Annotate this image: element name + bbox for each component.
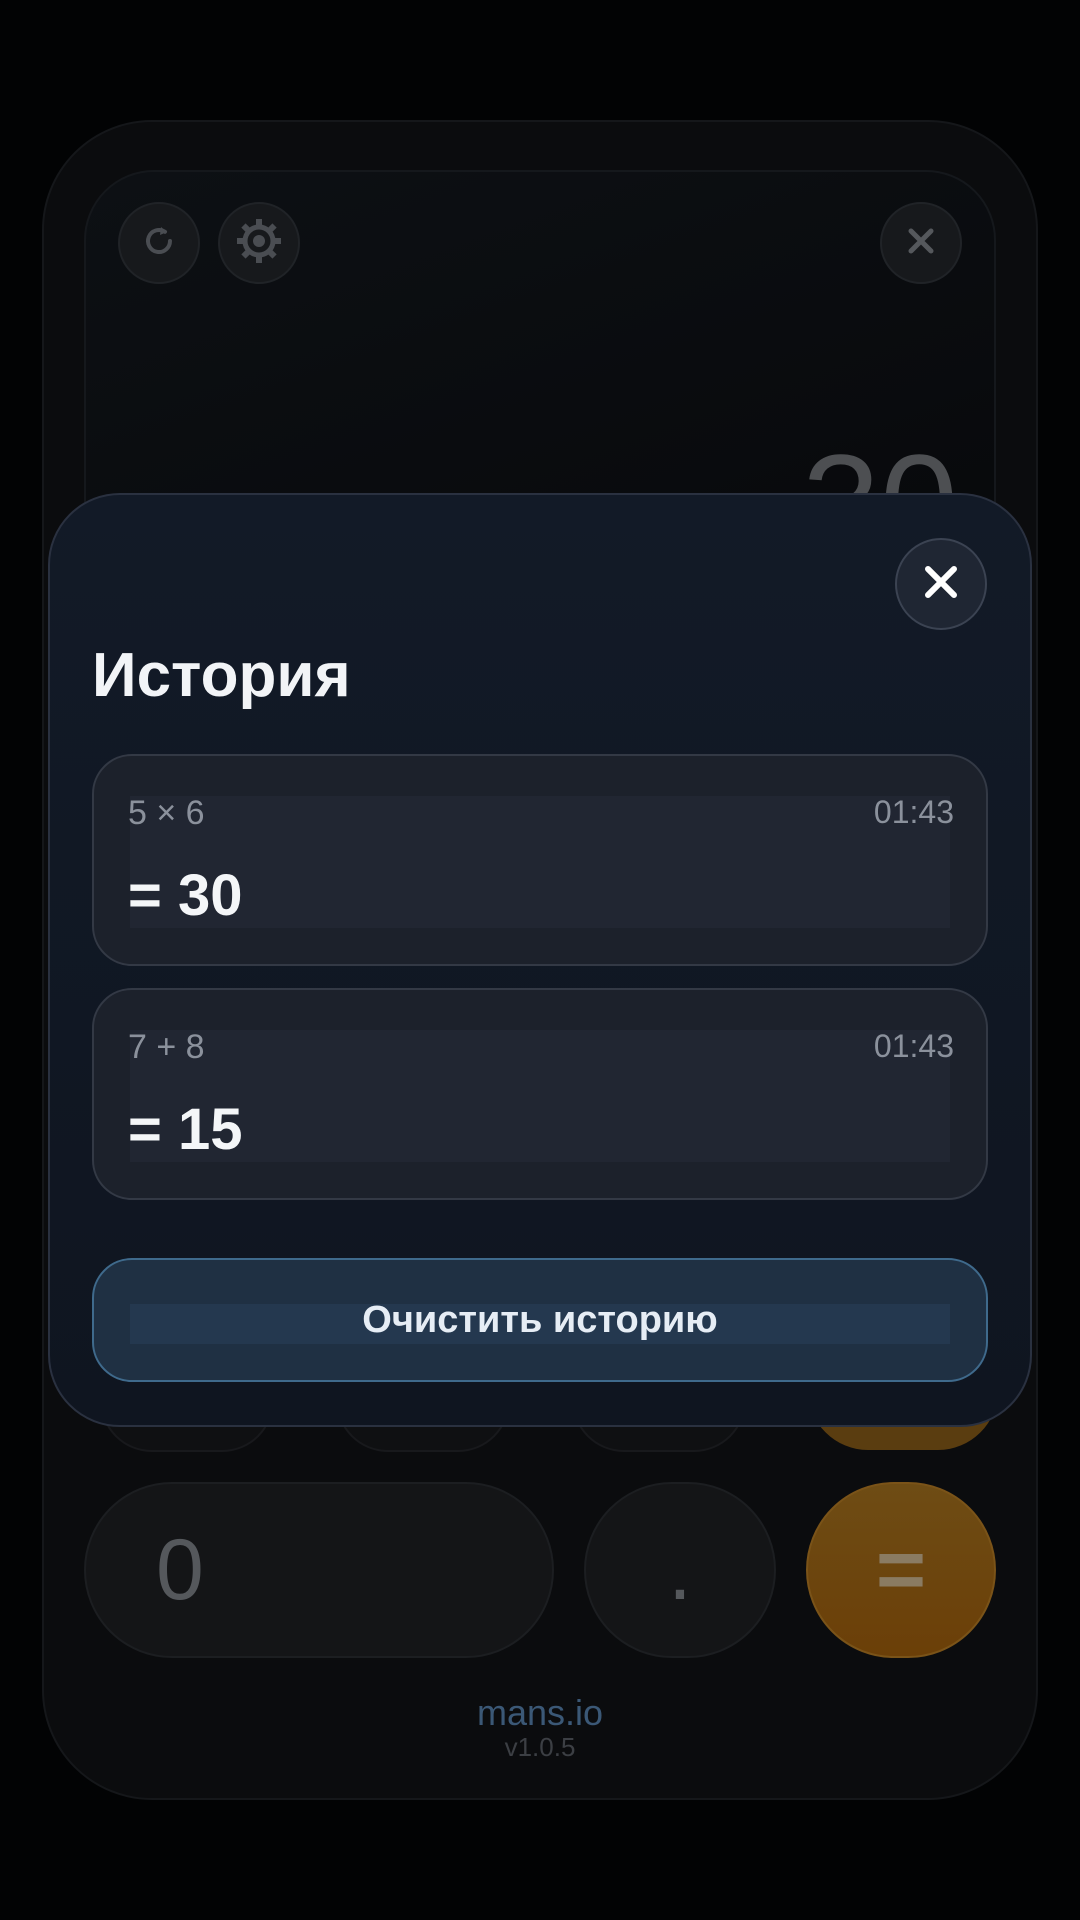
history-close-button[interactable]: [895, 538, 987, 630]
history-entry-bg: [130, 1030, 950, 1162]
app-screen: 30 0 . = mans.io v1.0.5 История 5 × 6 01…: [0, 0, 1080, 1920]
close-icon: [906, 226, 936, 261]
history-entry-bg: [130, 796, 950, 928]
history-entry[interactable]: 7 + 8 01:43 = 15: [92, 988, 988, 1200]
key-equals-label: =: [875, 1521, 927, 1618]
history-entry[interactable]: 5 × 6 01:43 = 30: [92, 754, 988, 966]
key-zero-label: 0: [156, 1521, 204, 1618]
history-entry-time: 01:43: [873, 794, 954, 830]
footer-brand[interactable]: mans.io: [0, 1692, 1080, 1734]
clear-history-button[interactable]: Очистить историю: [92, 1258, 988, 1382]
close-calculator-button[interactable]: [880, 202, 962, 284]
history-entry-result: = 15: [128, 1097, 243, 1162]
key-zero[interactable]: 0: [84, 1482, 554, 1658]
settings-button[interactable]: [218, 202, 300, 284]
key-equals[interactable]: =: [806, 1482, 996, 1658]
key-dot[interactable]: .: [584, 1482, 776, 1658]
footer-version: v1.0.5: [504, 1732, 576, 1762]
history-entry-expression: 7 + 8: [128, 1028, 205, 1066]
gear-icon: [234, 216, 284, 271]
history-entry-expression: 5 × 6: [128, 794, 205, 832]
history-title: История: [92, 641, 351, 710]
close-icon: [921, 562, 961, 607]
history-icon: [139, 221, 179, 266]
history-entry-result: = 30: [128, 863, 243, 928]
key-dot-label: .: [668, 1521, 692, 1618]
history-button[interactable]: [118, 202, 200, 284]
history-entry-time: 01:43: [873, 1028, 954, 1064]
clear-history-label: Очистить историю: [362, 1298, 718, 1341]
